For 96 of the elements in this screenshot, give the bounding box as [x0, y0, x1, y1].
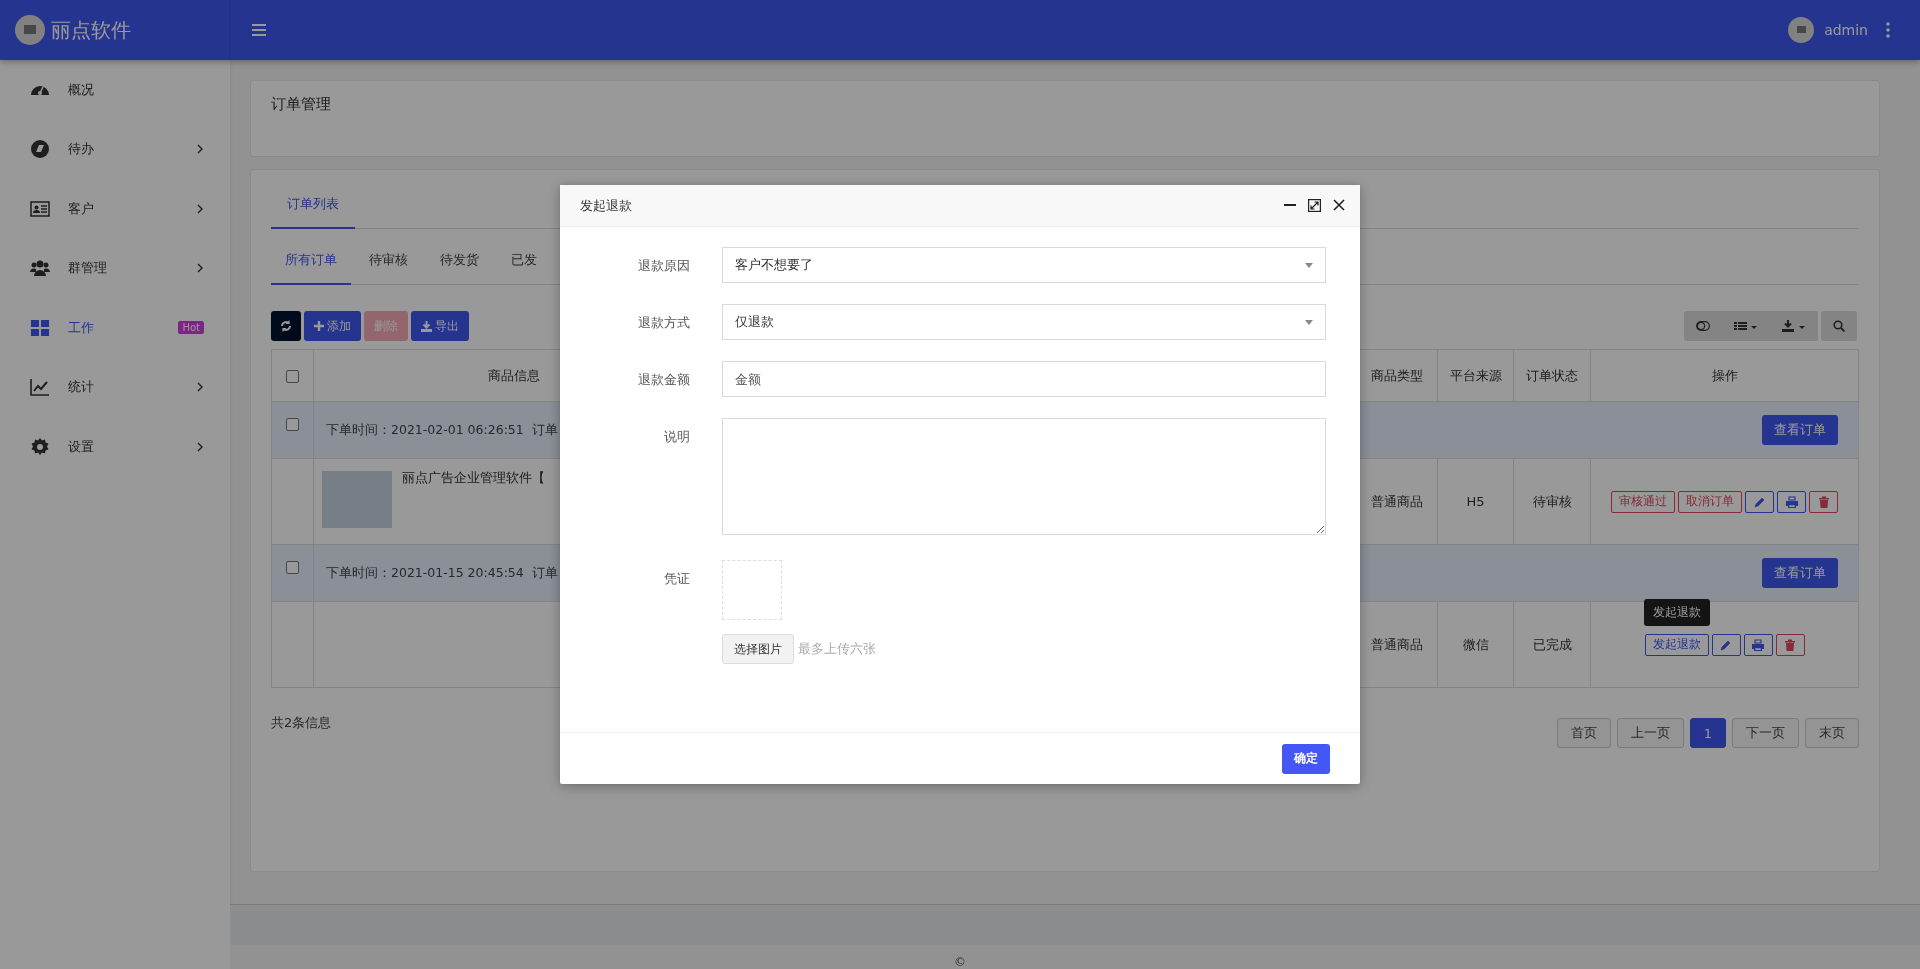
sidebar-item[interactable]: 概况	[0, 60, 230, 120]
order-time: 下单时间：2021-01-15 20:45:54	[326, 564, 524, 582]
delete-button[interactable]	[1809, 490, 1838, 513]
hot-badge: Hot	[178, 321, 204, 335]
maximize-icon	[1308, 199, 1321, 212]
field-label: 退款金额	[637, 371, 691, 389]
platform-source: H5	[1466, 494, 1485, 510]
field-label: 说明	[663, 428, 691, 446]
export-button[interactable]: 导出	[411, 311, 469, 342]
record-count: 共2条信息	[271, 714, 332, 733]
sidebar-item[interactable]: 客户	[0, 179, 230, 239]
caret-icon	[1305, 262, 1313, 268]
download-icon	[1782, 320, 1806, 333]
amount-field[interactable]: 金额	[722, 361, 1326, 397]
platform-source: 微信	[1462, 636, 1489, 652]
page-button[interactable]: 末页	[1805, 718, 1859, 749]
search-button[interactable]	[1821, 311, 1857, 342]
sidebar-item[interactable]: 群管理	[0, 238, 230, 298]
sidebar-item[interactable]: 设置	[0, 417, 230, 477]
tooltip: 发起退款	[1643, 598, 1710, 626]
row-checkbox[interactable]	[286, 418, 299, 432]
filter-tab[interactable]: 所有订单	[271, 239, 351, 286]
order-status: 已完成	[1532, 636, 1572, 652]
user-name[interactable]: admin	[1824, 22, 1868, 38]
menu-icon	[252, 24, 266, 36]
printer-icon	[1785, 495, 1798, 508]
refresh-button[interactable]	[271, 311, 301, 342]
column-header: 订单状态	[1526, 367, 1578, 383]
pencil-icon	[1720, 638, 1732, 651]
image-preview-box	[722, 560, 782, 620]
filter-tab[interactable]: 已发	[497, 239, 551, 286]
order-status: 待审核	[1532, 493, 1572, 509]
select-field[interactable]: 客户不想要了	[722, 247, 1326, 283]
pencil-icon	[1753, 495, 1766, 508]
page-button[interactable]: 1	[1689, 718, 1726, 749]
select-all-checkbox[interactable]	[286, 370, 299, 384]
column-header: 商品类型	[1370, 367, 1423, 383]
plus-icon	[314, 321, 324, 332]
confirm-button[interactable]: 确定	[1282, 743, 1330, 774]
filter-tab[interactable]: 待发货	[426, 239, 493, 286]
printer-icon	[1752, 638, 1764, 651]
search-icon	[1833, 320, 1845, 333]
grid-icon	[30, 317, 50, 338]
avatar-icon	[1788, 17, 1815, 43]
print-button[interactable]	[1743, 633, 1773, 656]
copyright: ©	[954, 955, 966, 969]
field-label: 退款方式	[637, 314, 691, 332]
refresh-icon	[280, 320, 292, 333]
product-type: 普通商品	[1370, 493, 1423, 509]
close-icon	[1333, 199, 1345, 211]
column-header: 商品信息	[487, 367, 540, 383]
users-icon	[30, 258, 50, 279]
app-logo-text: 丽点软件	[51, 16, 131, 44]
toggle-icon	[1696, 321, 1710, 332]
view-order-button[interactable]: 查看订单	[1762, 558, 1838, 589]
description-field[interactable]	[722, 418, 1326, 535]
column-header: 操作	[1711, 367, 1738, 383]
tab[interactable]: 订单列表	[271, 182, 355, 230]
approve-button[interactable]: 审核通过	[1611, 490, 1675, 513]
order-number-label: 订单	[531, 421, 558, 439]
caret-icon	[1305, 319, 1313, 325]
cancel-order-button[interactable]: 取消订单	[1678, 490, 1742, 513]
refund-button[interactable]: 发起退款	[1644, 633, 1709, 656]
page-title: 订单管理	[271, 95, 332, 114]
edit-button[interactable]	[1711, 633, 1741, 656]
choose-image-button[interactable]: 选择图片	[722, 634, 794, 664]
compass-icon	[30, 139, 50, 160]
edit-button[interactable]	[1745, 490, 1774, 513]
add-button[interactable]: 添加	[304, 311, 361, 342]
sidebar-item[interactable]: 工作 Hot	[0, 298, 230, 358]
row-checkbox[interactable]	[286, 561, 299, 575]
select-field[interactable]: 仅退款	[722, 304, 1326, 340]
sidebar-item[interactable]: 待办	[0, 119, 230, 179]
field-label: 退款原因	[637, 257, 691, 275]
field-label: 凭证	[663, 570, 691, 588]
line-chart-icon	[30, 377, 50, 398]
order-time: 下单时间：2021-02-01 06:26:51	[326, 421, 524, 439]
download-icon	[421, 320, 432, 332]
trash-icon	[1784, 638, 1796, 651]
dialog-title: 发起退款	[580, 196, 632, 215]
settings-icon	[30, 436, 50, 457]
sidebar-item[interactable]: 统计	[0, 357, 230, 417]
more-icon	[1886, 22, 1890, 38]
id-card-icon	[30, 198, 50, 219]
logo-icon	[15, 15, 45, 45]
page-button[interactable]: 首页	[1556, 718, 1611, 749]
upload-hint: 最多上传六张	[798, 640, 876, 658]
delete-button[interactable]	[1775, 633, 1805, 656]
column-header: 平台来源	[1449, 367, 1502, 383]
print-button[interactable]	[1777, 490, 1806, 513]
list-icon	[1734, 320, 1758, 333]
filter-tab[interactable]: 待审核	[355, 239, 422, 286]
order-number-label: 订单	[531, 564, 558, 582]
product-type: 普通商品	[1370, 636, 1423, 652]
trash-icon	[1817, 495, 1830, 508]
view-order-button[interactable]: 查看订单	[1762, 415, 1838, 446]
